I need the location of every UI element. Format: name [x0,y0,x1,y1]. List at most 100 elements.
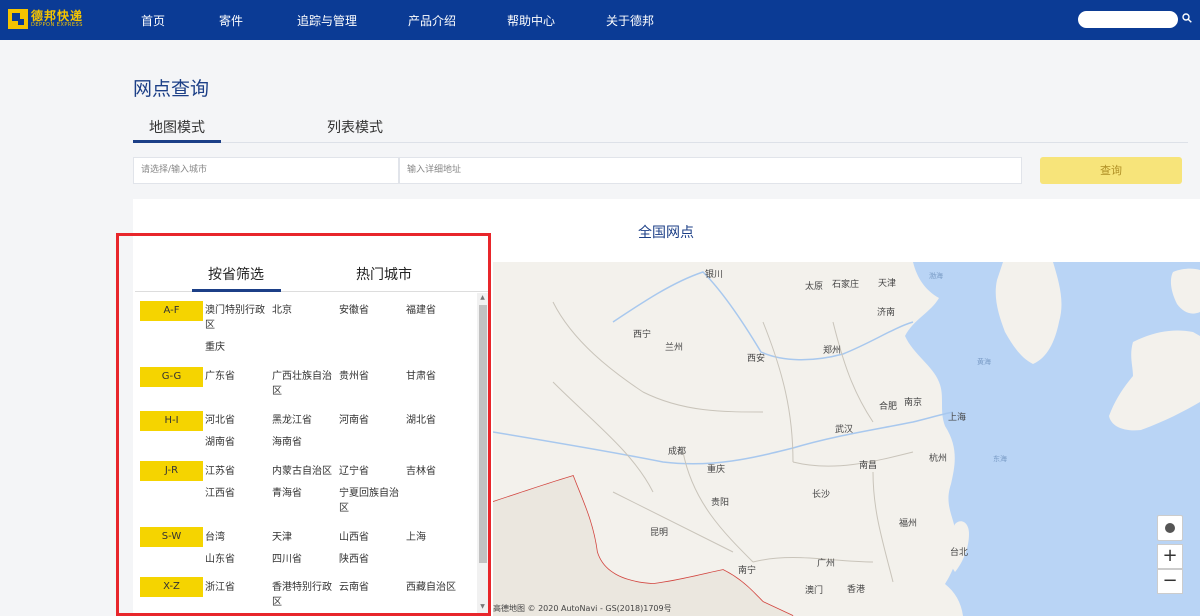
province-item[interactable]: 四川省 [272,552,334,567]
city-label[interactable]: 广州 [817,556,835,569]
province-item[interactable]: 江苏省 [205,464,267,479]
province-item[interactable]: 辽宁省 [339,464,401,479]
city-label[interactable]: 石家庄 [832,277,859,290]
province-item[interactable]: 广西壮族自治区 [272,369,334,399]
tab-map-mode[interactable]: 地图模式 [149,117,205,137]
group-badge-s-w[interactable]: S-W [140,527,203,547]
city-label[interactable]: 兰州 [665,340,683,353]
province-item[interactable]: 北京 [272,303,334,318]
nav-item-home[interactable]: 首页 [141,12,165,29]
deppon-logo-icon [8,9,28,29]
address-input[interactable]: 输入详细地址 [399,157,1022,184]
province-item[interactable]: 澳门特别行政区 [205,303,267,333]
province-item[interactable]: 广东省 [205,369,267,384]
city-label[interactable]: 西宁 [633,327,651,340]
city-label[interactable]: 济南 [877,305,895,318]
page-title: 网点查询 [133,78,210,100]
province-item[interactable]: 湖北省 [406,413,468,428]
group-badge-a-f[interactable]: A-F [140,301,203,321]
group-badge-j-r[interactable]: J-R [140,461,203,481]
city-label[interactable]: 武汉 [835,422,853,435]
city-label[interactable]: 澳门 [805,583,823,596]
province-item[interactable]: 重庆 [205,340,267,355]
top-nav-bar [0,0,1200,40]
province-item[interactable]: 吉林省 [406,464,468,479]
province-item[interactable]: 宁夏回族自治区 [339,486,401,516]
nav-item-help[interactable]: 帮助中心 [507,12,555,29]
sea-label: 渤海 [929,272,943,280]
city-label[interactable]: 杭州 [929,451,947,464]
province-item[interactable]: 山东省 [205,552,267,567]
city-label[interactable]: 南昌 [859,458,877,471]
logo-name-cn: 德邦快递 [31,9,84,23]
scroll-up-arrow-icon[interactable]: ▲ [477,293,488,303]
city-label[interactable]: 福州 [899,516,917,529]
map-view[interactable]: 银川 太原 石家庄 天津 渤海 西宁 兰州 济南 西安 郑州 黄海 合肥 南京 … [493,262,1200,616]
city-label[interactable]: 长沙 [812,487,830,500]
city-label[interactable]: 太原 [805,279,823,292]
zoom-out-button[interactable]: − [1157,569,1183,594]
province-item[interactable]: 海南省 [272,435,334,450]
group-badge-g-g[interactable]: G-G [140,367,203,387]
province-item[interactable]: 浙江省 [205,580,267,595]
province-item[interactable]: 青海省 [272,486,334,501]
province-item[interactable]: 湖南省 [205,435,267,450]
city-label[interactable]: 银川 [705,267,723,280]
map-copyright: 高德地图 © 2020 AutoNavi - GS(2018)1709号 [493,604,672,613]
province-item[interactable]: 台湾 [205,530,267,545]
nav-item-products[interactable]: 产品介绍 [408,12,456,29]
tab-list-mode[interactable]: 列表模式 [327,117,383,137]
province-item[interactable]: 江西省 [205,486,267,501]
province-item[interactable]: 河北省 [205,413,267,428]
province-item[interactable]: 云南省 [339,580,401,595]
province-item[interactable]: 香港特别行政区 [272,580,334,610]
province-item[interactable]: 西藏自治区 [406,580,468,595]
province-item[interactable]: 贵州省 [339,369,401,384]
province-item[interactable]: 甘肃省 [406,369,468,384]
scroll-down-arrow-icon[interactable]: ▼ [477,602,488,612]
active-tab-indicator [133,140,221,143]
city-label[interactable]: 南宁 [738,563,756,576]
city-input[interactable]: 请选择/输入城市 [133,157,399,184]
city-label[interactable]: 西安 [747,351,765,364]
scrollbar-thumb[interactable] [479,305,487,563]
logo-name-en: DEPPON EXPRESS [31,22,83,28]
province-item[interactable]: 河南省 [339,413,401,428]
filter-tabs-divider [135,291,488,292]
group-badge-x-z[interactable]: X-Z [140,577,203,597]
city-label[interactable]: 上海 [948,410,966,423]
province-item[interactable]: 山西省 [339,530,401,545]
city-label[interactable]: 合肥 [879,399,897,412]
city-label[interactable]: 天津 [878,276,896,289]
city-label[interactable]: 重庆 [707,462,725,475]
province-list: A-F 澳门特别行政区 北京 安徽省 福建省 重庆 G-G 广东省 广西壮族自治… [135,293,477,613]
search-icon[interactable] [1182,13,1192,23]
province-item[interactable]: 福建省 [406,303,468,318]
province-item[interactable]: 内蒙古自治区 [272,464,334,479]
tab-hot-cities[interactable]: 热门城市 [356,264,412,284]
province-item[interactable]: 天津 [272,530,334,545]
province-item[interactable]: 上海 [406,530,468,545]
province-item[interactable]: 安徽省 [339,303,401,318]
province-item[interactable]: 陕西省 [339,552,401,567]
zoom-in-button[interactable]: + [1157,544,1183,569]
tab-by-province[interactable]: 按省筛选 [208,264,264,284]
city-label[interactable]: 南京 [904,395,922,408]
nav-item-send[interactable]: 寄件 [219,12,243,29]
city-label[interactable]: 香港 [847,582,865,595]
province-item[interactable]: 黑龙江省 [272,413,334,428]
city-label[interactable]: 台北 [950,545,968,558]
city-label[interactable]: 郑州 [823,343,841,356]
locate-button[interactable] [1157,515,1183,541]
query-button[interactable]: 查询 [1040,157,1182,184]
city-label[interactable]: 昆明 [650,525,668,538]
city-label[interactable]: 成都 [668,444,686,457]
nav-item-tracking[interactable]: 追踪与管理 [297,12,357,29]
nav-item-about[interactable]: 关于德邦 [606,12,654,29]
sea-label: 东海 [993,455,1007,463]
city-label[interactable]: 贵阳 [711,495,729,508]
deppon-logo[interactable]: 德邦快递 DEPPON EXPRESS [8,8,83,30]
filter-active-tab-indicator [192,289,281,292]
nav-search-input[interactable] [1078,11,1178,28]
group-badge-h-i[interactable]: H-I [140,411,203,431]
